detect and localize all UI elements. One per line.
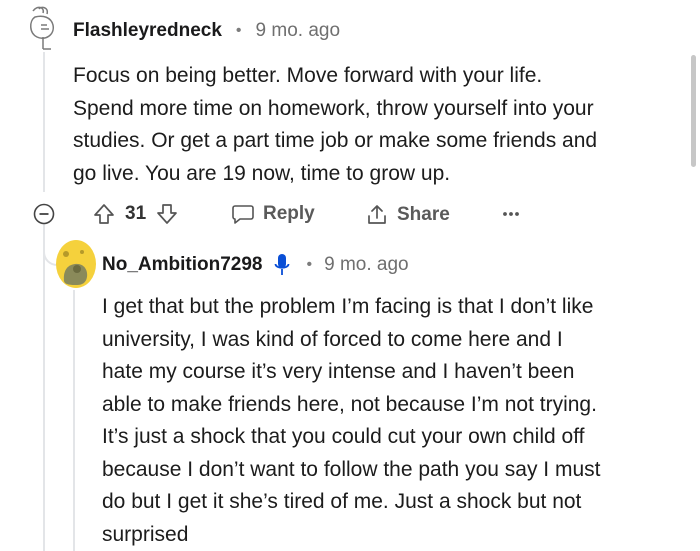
downvote-icon[interactable] [156,203,178,225]
microphone-icon [275,254,290,275]
avatar-snoo-icon [56,240,96,288]
reply-bubble-icon [232,205,254,224]
comment-2-username[interactable]: No_Ambition7298 [102,254,262,276]
separator-dot: • [306,256,313,273]
comment-line: do but I get it she’s tired of me. Just … [102,490,582,513]
share-label: Share [397,204,450,225]
comment-2-body: I get that but the problem I’m facing is… [102,291,687,551]
comment-1-body: Focus on being better. Move forward with… [73,60,683,190]
comment-line: surprised [102,522,189,546]
avatar-sketch-icon [30,6,54,50]
thread-line-3 [73,290,75,551]
collapse-icon [33,203,55,225]
reply-label: Reply [263,203,315,224]
thread-line-1 [43,52,45,192]
vote-bar: 31 [93,203,178,225]
more-icon [503,212,519,216]
reply-button[interactable]: Reply [231,203,315,225]
comment-line: Spend more time on homework, throw yours… [73,96,594,120]
collapse-button[interactable] [33,203,55,230]
vote-count: 31 [125,203,147,224]
comment-line: because I don’t want to follow the path … [102,457,601,481]
comment-1-username[interactable]: Flashleyredneck [73,20,222,42]
upvote-icon[interactable] [93,203,115,225]
comment-line: able to make friends here, not because I… [102,392,597,416]
share-button[interactable]: Share [365,203,450,227]
comment-line: It’s just a shock that you could cut you… [102,425,585,448]
comment-line: hate my course it’s very intense and I h… [102,360,575,383]
thread-line-2 [43,230,45,551]
comment-line: Focus on being better. Move forward with… [73,64,543,87]
comment-1-timestamp: 9 mo. ago [255,20,341,41]
comment-line: university, I was kind of forced to come… [102,327,563,351]
avatar[interactable] [23,3,65,53]
comment-line: go live. You are 19 now, time to grow up… [73,161,451,185]
scrollbar-thumb[interactable] [691,55,696,167]
avatar[interactable] [55,239,97,294]
comment-line: I get that but the problem I’m facing is… [102,295,594,318]
share-icon [368,205,386,224]
more-options-button[interactable] [501,207,521,225]
comment-2-timestamp: 9 mo. ago [324,254,409,275]
separator-dot: • [235,22,242,39]
comment-line: studies. Or get a part time job or make … [73,129,598,152]
